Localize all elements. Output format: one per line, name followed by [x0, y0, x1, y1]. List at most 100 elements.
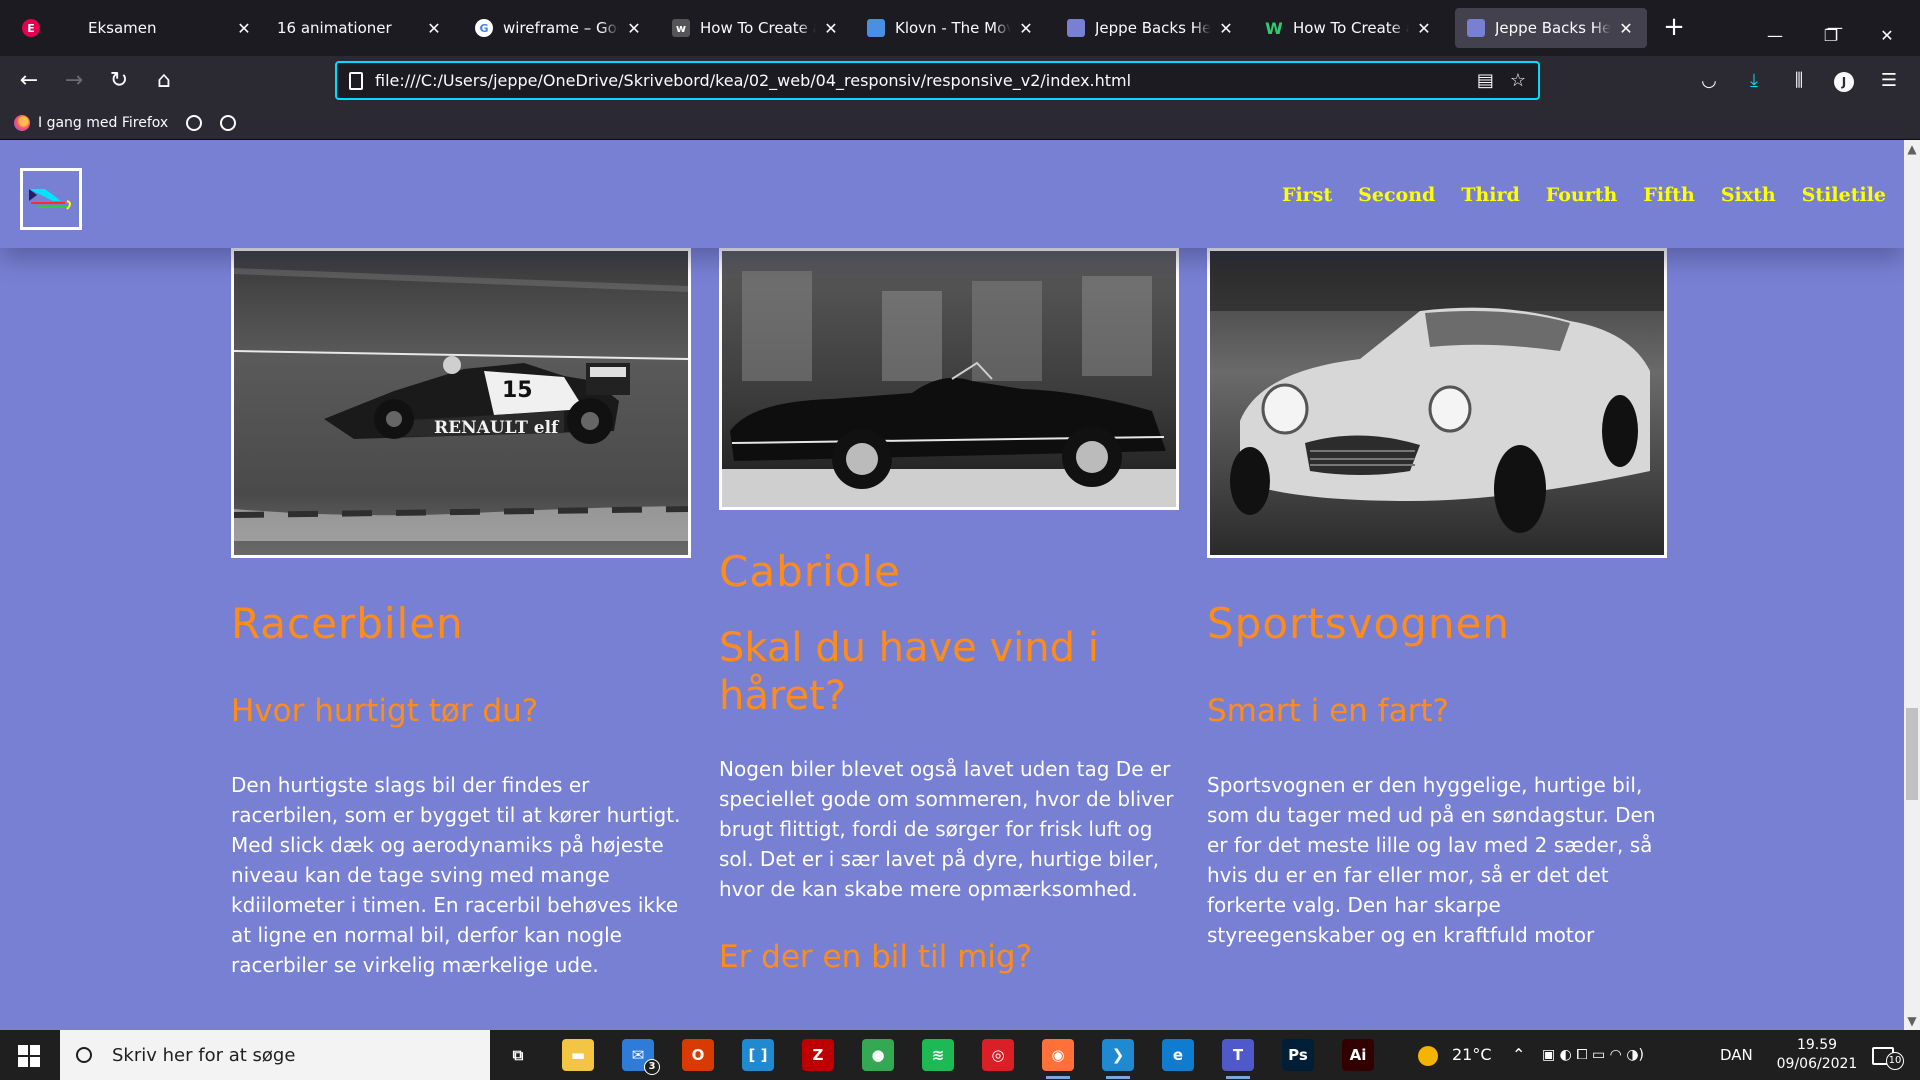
close-icon[interactable]: ✕	[1217, 19, 1235, 38]
search-icon	[76, 1047, 92, 1063]
home-button[interactable]: ⌂	[147, 64, 181, 98]
page-viewport: First Second Third Fourth Fifth Sixth St…	[0, 140, 1904, 1030]
chevron-up-icon[interactable]: ⌃	[1512, 1030, 1525, 1080]
mail-icon[interactable]: ✉ 3	[622, 1039, 660, 1075]
page-icon	[349, 71, 363, 90]
vscode-icon[interactable]: ❯	[1102, 1039, 1134, 1079]
nav-stiletile[interactable]: Stiletile	[1802, 184, 1886, 206]
tab-jeppe-active[interactable]: Jeppe Backs Henrik ✕	[1455, 8, 1647, 48]
office-icon[interactable]: O	[682, 1039, 714, 1071]
new-tab-button[interactable]: +	[1660, 14, 1688, 42]
webflow-icon: W	[1265, 18, 1283, 38]
card-subtitle: Skal du have vind i håret?	[719, 625, 1099, 719]
clock[interactable]: 19.59 09/06/2021	[1772, 1036, 1862, 1074]
site-icon	[1467, 19, 1485, 37]
tab-klovn[interactable]: Klovn - The Movie ✕	[855, 8, 1047, 48]
teams-icon[interactable]: T	[1222, 1039, 1254, 1079]
reader-view-icon[interactable]: ▤	[1477, 70, 1494, 91]
cabriolet-photo	[722, 251, 1176, 507]
library-icon[interactable]: ⫼	[1782, 64, 1816, 98]
card-text: Sportsvognen er den hyggelige, hurtige b…	[1207, 773, 1656, 947]
close-icon[interactable]: ✕	[425, 19, 443, 38]
close-icon[interactable]: ✕	[822, 19, 840, 38]
nav-sixth[interactable]: Sixth	[1721, 184, 1776, 206]
tab-animationer[interactable]: 16 animationer ✕	[265, 8, 455, 48]
site-logo[interactable]	[20, 168, 82, 230]
nav-second[interactable]: Second	[1358, 184, 1435, 206]
pocket-icon[interactable]: ◡	[1692, 64, 1726, 98]
address-bar[interactable]: file:///C:/Users/jeppe/OneDrive/Skrivebo…	[335, 61, 1540, 100]
firefox-icon[interactable]: ◉	[1042, 1039, 1074, 1079]
bookmark-getting-started[interactable]: I gang med Firefox	[38, 115, 168, 131]
card-racerbilen: 15 RENAULT elf Racerbilen Hvor hurtigt t…	[231, 248, 691, 980]
card-text: Nogen biler blevet også lavet uden tag D…	[719, 757, 1174, 901]
account-button[interactable]: J	[1827, 64, 1861, 98]
cabriolet-image	[719, 248, 1179, 510]
bookmark-star-icon[interactable]: ☆	[1510, 70, 1526, 91]
time: 19.59	[1796, 1037, 1838, 1053]
site-icon	[1067, 19, 1085, 37]
card-subtitle-2: Er der en bil til mig?	[719, 939, 1033, 975]
sports-car-photo	[1210, 251, 1664, 555]
unread-badge: 3	[644, 1059, 660, 1075]
bookmarks-toolbar: I gang med Firefox	[0, 106, 1920, 140]
tab-eksamen[interactable]: E Eksamen ✕	[10, 8, 265, 48]
scrollbar-thumb[interactable]	[1906, 708, 1918, 800]
globe-icon[interactable]	[186, 114, 203, 131]
minimize-button[interactable]: —	[1750, 16, 1800, 56]
tab-title: Eksamen	[88, 19, 157, 37]
illustrator-icon[interactable]: Ai	[1342, 1039, 1374, 1071]
main-nav: First Second Third Fourth Fifth Sixth St…	[1256, 184, 1886, 206]
menu-icon[interactable]: ☰	[1872, 64, 1906, 98]
forward-button[interactable]: →	[57, 64, 91, 98]
temperature[interactable]: 21°C	[1452, 1030, 1492, 1080]
edge-icon[interactable]: e	[1162, 1039, 1194, 1071]
w3schools-icon: w	[672, 19, 690, 37]
start-button[interactable]	[18, 1045, 40, 1067]
download-icon[interactable]: ⤓	[1737, 64, 1771, 98]
tab-how-to-create-m[interactable]: W How To Create a M ✕	[1253, 8, 1445, 48]
task-view-icon[interactable]: ⧉	[502, 1039, 534, 1071]
tab-title: wireframe – Google	[503, 19, 619, 37]
scroll-up-icon[interactable]: ▲	[1904, 142, 1920, 156]
url-text[interactable]: file:///C:/Users/jeppe/OneDrive/Skrivebo…	[375, 71, 1461, 90]
nav-third[interactable]: Third	[1461, 184, 1519, 206]
filezilla-icon[interactable]: Z	[802, 1039, 834, 1071]
globe-icon[interactable]	[220, 114, 237, 131]
nav-fifth[interactable]: Fifth	[1643, 184, 1694, 206]
close-icon[interactable]: ✕	[1415, 19, 1433, 38]
card-title: Sportsvognen	[1207, 599, 1510, 648]
card-title: Cabriole	[719, 547, 901, 596]
tab-jeppe-1[interactable]: Jeppe Backs Henrik ✕	[1055, 8, 1247, 48]
photoshop-icon[interactable]: Ps	[1282, 1039, 1314, 1071]
tab-title: How To Create a G	[700, 19, 816, 37]
car-number: 15	[502, 378, 533, 403]
tab-how-to-create-g[interactable]: w How To Create a G ✕	[660, 8, 852, 48]
reload-button[interactable]: ↻	[102, 64, 136, 98]
elementor-icon: E	[22, 19, 40, 37]
page-scrollbar[interactable]: ▲ ▼	[1904, 140, 1920, 1030]
spotify-icon[interactable]: ≋	[922, 1039, 954, 1071]
back-button[interactable]: ←	[12, 64, 46, 98]
close-icon[interactable]: ✕	[1017, 19, 1035, 38]
avatar: J	[1834, 72, 1854, 92]
language-indicator[interactable]: DAN	[1720, 1030, 1753, 1080]
notifications-icon[interactable]: 10	[1872, 1030, 1904, 1080]
nav-fourth[interactable]: Fourth	[1546, 184, 1618, 206]
close-icon[interactable]: ✕	[1617, 19, 1635, 38]
brackets-icon[interactable]: [ ]	[742, 1039, 774, 1071]
taskbar-search[interactable]: Skriv her for at søge	[60, 1030, 490, 1080]
file-explorer-icon[interactable]: ▬	[562, 1039, 594, 1071]
close-icon[interactable]: ✕	[625, 19, 643, 38]
chrome-icon[interactable]: ●	[862, 1039, 894, 1071]
tab-title: Jeppe Backs Henrik	[1095, 19, 1211, 37]
restore-button[interactable]: ❐	[1806, 16, 1856, 56]
weather-icon[interactable]	[1418, 1030, 1438, 1080]
creative-cloud-icon[interactable]: ◎	[982, 1039, 1014, 1071]
nav-first[interactable]: First	[1282, 184, 1332, 206]
close-icon[interactable]: ✕	[235, 19, 253, 38]
tray-icons[interactable]: ▣ ◐ ⧠ ▭ ◠ ◑)	[1542, 1030, 1644, 1080]
tab-wireframe[interactable]: G wireframe – Google ✕	[463, 8, 655, 48]
close-window-button[interactable]: ✕	[1862, 16, 1912, 56]
scroll-down-icon[interactable]: ▼	[1904, 1014, 1920, 1028]
